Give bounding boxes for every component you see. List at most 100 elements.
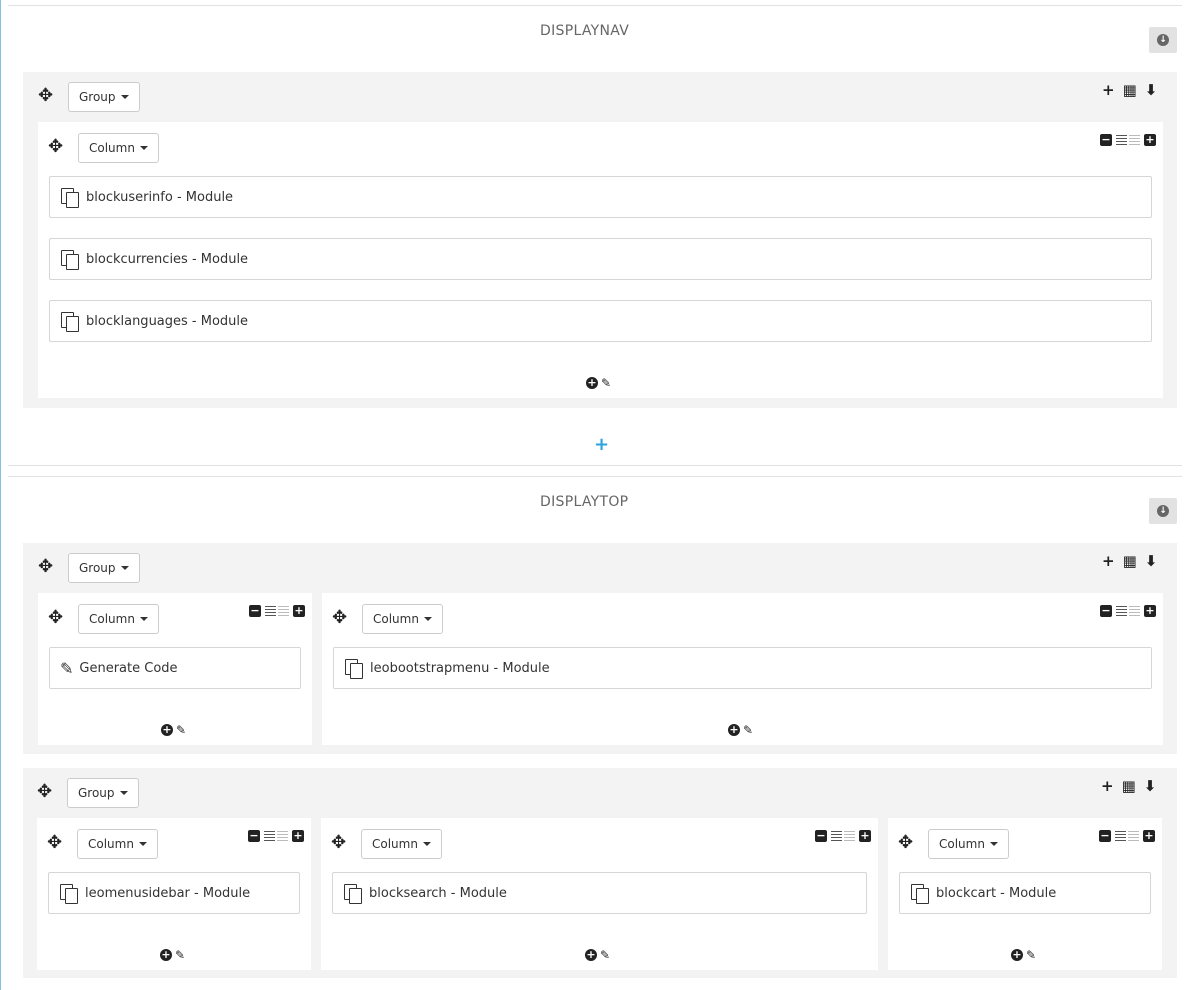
column-dropdown[interactable]: Column bbox=[928, 829, 1009, 859]
grid-icon[interactable]: ▦ bbox=[1123, 82, 1137, 98]
column-width-controls: − + bbox=[815, 830, 871, 842]
add-module-icon[interactable]: + bbox=[161, 724, 173, 736]
column-footer-actions: + ✎ bbox=[585, 948, 610, 962]
column-dropdown[interactable]: Column bbox=[77, 829, 158, 859]
move-group-icon[interactable]: ✥ bbox=[37, 783, 52, 801]
column: ✥ Column − + ✎ Generate Code + ✎ bbox=[38, 593, 312, 745]
edit-pencil-icon[interactable]: ✎ bbox=[601, 376, 611, 390]
module-item[interactable]: leomenusidebar - Module bbox=[48, 872, 300, 914]
module-item[interactable]: blockuserinfo - Module bbox=[49, 176, 1152, 218]
hook-displaynav: DISPLAYNAV ↓ ✥ Group + ▦ ⬇ ✥ Column − + … bbox=[0, 0, 1188, 470]
column: ✥ Column − + blocksearch - Module + ✎ bbox=[321, 818, 878, 970]
minus-square-icon[interactable]: − bbox=[1100, 605, 1112, 617]
edit-pencil-icon[interactable]: ✎ bbox=[176, 723, 186, 737]
module-label: blockcart - Module bbox=[936, 885, 1057, 901]
group-dropdown[interactable]: Group bbox=[67, 778, 139, 808]
plus-square-icon[interactable]: + bbox=[292, 830, 304, 842]
copy-icon bbox=[60, 187, 80, 208]
move-column-icon[interactable]: ✥ bbox=[332, 609, 347, 627]
group-row: ✥ Group + ▦ ⬇ ✥ Column − + leomenusideba… bbox=[23, 768, 1177, 978]
plus-square-icon[interactable]: + bbox=[1143, 830, 1155, 842]
hook-collapse-button[interactable]: ↓ bbox=[1149, 27, 1177, 53]
column: ✥ Column − + leomenusidebar - Module + ✎ bbox=[37, 818, 311, 970]
edit-pencil-icon[interactable]: ✎ bbox=[743, 723, 753, 737]
add-column-icon[interactable]: + bbox=[1101, 778, 1114, 794]
plus-square-icon[interactable]: + bbox=[859, 830, 871, 842]
width-bars-icon bbox=[1116, 606, 1140, 616]
add-module-icon[interactable]: + bbox=[1011, 949, 1023, 961]
minus-square-icon[interactable]: − bbox=[1099, 830, 1111, 842]
column-dropdown-label: Column bbox=[939, 837, 985, 851]
column-dropdown[interactable]: Column bbox=[362, 604, 443, 634]
grid-icon[interactable]: ▦ bbox=[1122, 778, 1136, 794]
column-dropdown-label: Column bbox=[89, 141, 135, 155]
module-label: blockuserinfo - Module bbox=[86, 189, 234, 205]
column-dropdown-label: Column bbox=[372, 837, 418, 851]
hook-collapse-button[interactable]: ↓ bbox=[1149, 498, 1177, 524]
module-label: blockcurrencies - Module bbox=[86, 251, 249, 267]
group-dropdown[interactable]: Group bbox=[68, 553, 140, 583]
width-bars-icon bbox=[831, 831, 855, 841]
edit-square-icon: ✎ bbox=[60, 658, 74, 678]
minus-square-icon[interactable]: − bbox=[248, 830, 260, 842]
plus-square-icon[interactable]: + bbox=[1144, 605, 1156, 617]
minus-square-icon[interactable]: − bbox=[815, 830, 827, 842]
add-column-icon[interactable]: + bbox=[1102, 553, 1115, 569]
group-toolbar: + ▦ ⬇ bbox=[1102, 82, 1157, 98]
add-module-icon[interactable]: + bbox=[728, 724, 740, 736]
group-dropdown-label: Group bbox=[78, 786, 115, 800]
add-module-icon[interactable]: + bbox=[585, 949, 597, 961]
arrow-down-circle-icon[interactable]: ⬇ bbox=[1145, 82, 1158, 98]
move-column-icon[interactable]: ✥ bbox=[898, 834, 913, 852]
column-dropdown[interactable]: Column bbox=[78, 604, 159, 634]
arrow-down-circle-icon[interactable]: ⬇ bbox=[1145, 553, 1158, 569]
caret-down-icon bbox=[120, 95, 129, 99]
column-dropdown-label: Column bbox=[88, 837, 134, 851]
caret-down-icon bbox=[120, 566, 129, 570]
caret-down-icon bbox=[138, 842, 147, 846]
column-dropdown-label: Column bbox=[373, 612, 419, 626]
module-item[interactable]: blockcurrencies - Module bbox=[49, 238, 1152, 280]
column-dropdown-label: Column bbox=[89, 612, 135, 626]
move-group-icon[interactable]: ✥ bbox=[38, 87, 53, 105]
module-item[interactable]: blockcart - Module bbox=[899, 872, 1151, 914]
width-bars-icon bbox=[1116, 135, 1140, 145]
edit-pencil-icon[interactable]: ✎ bbox=[175, 948, 185, 962]
edit-pencil-icon[interactable]: ✎ bbox=[600, 948, 610, 962]
minus-square-icon[interactable]: − bbox=[1100, 134, 1112, 146]
module-item[interactable]: blocklanguages - Module bbox=[49, 300, 1152, 342]
grid-icon[interactable]: ▦ bbox=[1123, 553, 1137, 569]
hook-displaytop: DISPLAYTOP ↓ ✥ Group + ▦ ⬇ ✥ Column − + … bbox=[0, 476, 1188, 990]
add-module-icon[interactable]: + bbox=[586, 377, 598, 389]
module-item[interactable]: ✎ Generate Code bbox=[49, 647, 301, 689]
move-column-icon[interactable]: ✥ bbox=[48, 609, 63, 627]
arrow-down-circle-icon[interactable]: ⬇ bbox=[1144, 778, 1157, 794]
column-dropdown[interactable]: Column bbox=[78, 133, 159, 163]
copy-icon bbox=[59, 883, 79, 904]
group-toolbar: + ▦ ⬇ bbox=[1102, 553, 1157, 569]
edit-pencil-icon[interactable]: ✎ bbox=[1026, 948, 1036, 962]
column-footer-actions: + ✎ bbox=[160, 948, 185, 962]
move-column-icon[interactable]: ✥ bbox=[47, 834, 62, 852]
move-column-icon[interactable]: ✥ bbox=[331, 834, 346, 852]
copy-icon bbox=[344, 658, 364, 679]
minus-square-icon[interactable]: − bbox=[249, 605, 261, 617]
hook-title: DISPLAYTOP bbox=[540, 494, 629, 510]
module-label: blocksearch - Module bbox=[369, 885, 507, 901]
group-dropdown[interactable]: Group bbox=[68, 82, 140, 112]
add-group-icon[interactable]: + bbox=[594, 434, 609, 455]
column-footer-actions: + ✎ bbox=[1011, 948, 1036, 962]
move-group-icon[interactable]: ✥ bbox=[38, 558, 53, 576]
module-item[interactable]: leobootstrapmenu - Module bbox=[333, 647, 1152, 689]
module-item[interactable]: blocksearch - Module bbox=[332, 872, 867, 914]
plus-square-icon[interactable]: + bbox=[1144, 134, 1156, 146]
copy-icon bbox=[60, 249, 80, 270]
plus-square-icon[interactable]: + bbox=[293, 605, 305, 617]
column: ✥ Column − + blockuserinfo - Module bloc… bbox=[38, 122, 1163, 398]
caret-down-icon bbox=[119, 791, 128, 795]
column-width-controls: − + bbox=[248, 830, 304, 842]
add-column-icon[interactable]: + bbox=[1102, 82, 1115, 98]
column-dropdown[interactable]: Column bbox=[361, 829, 442, 859]
move-column-icon[interactable]: ✥ bbox=[48, 138, 63, 156]
add-module-icon[interactable]: + bbox=[160, 949, 172, 961]
